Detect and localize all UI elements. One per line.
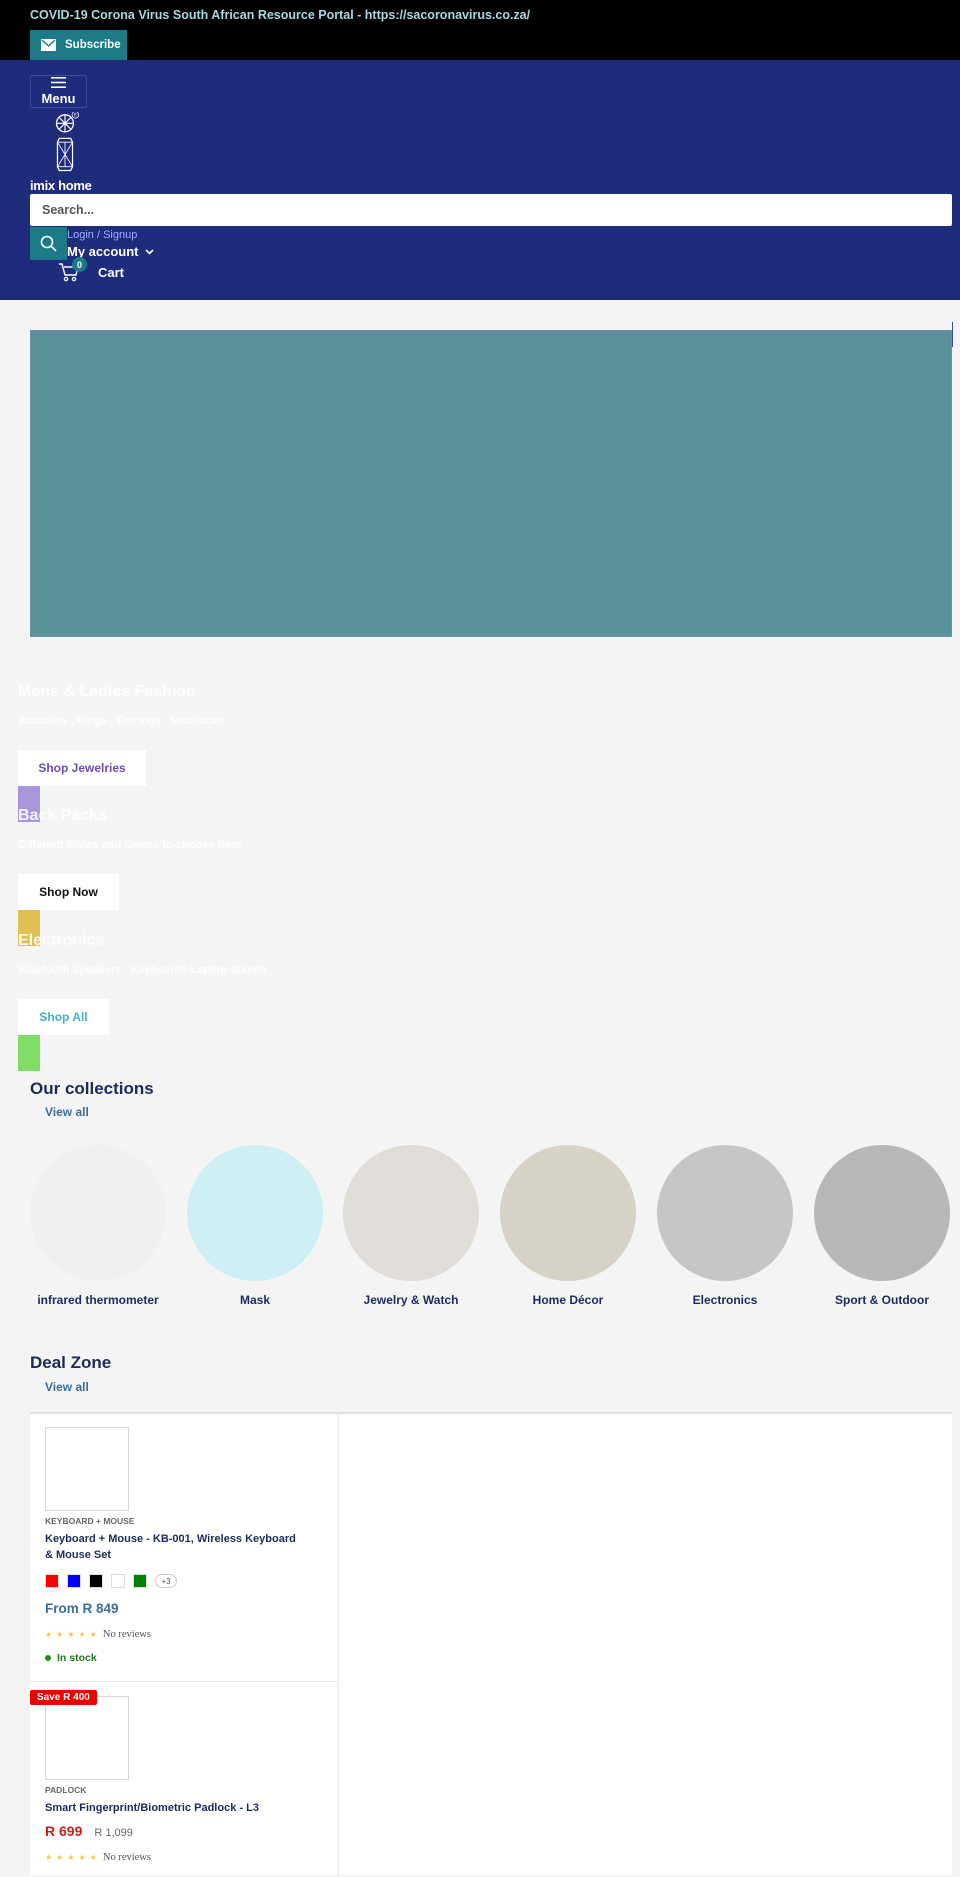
collections-view-all-link[interactable]: View all [45, 1105, 89, 1119]
site-header: Menu R imix home Login / Signup My accou… [0, 60, 960, 347]
subscribe-label: Subscribe [65, 39, 121, 51]
subscribe-button[interactable]: Subscribe [30, 30, 127, 60]
deal-zone-view-all-link[interactable]: View all [45, 1380, 89, 1394]
product-price-row: R 699 R 1,099 [45, 1823, 133, 1839]
collection-image [343, 1145, 479, 1281]
logo-icon[interactable]: R [30, 112, 100, 178]
chevron-down-icon [144, 248, 154, 255]
collection-image [814, 1145, 950, 1281]
slide-accent-block [18, 1035, 40, 1071]
collection-label: Jewelry & Watch [363, 1293, 459, 1307]
header-divider [952, 322, 953, 347]
swatch-blue[interactable] [67, 1574, 81, 1588]
collection-image [657, 1145, 793, 1281]
collection-item[interactable]: Sport & Outdoor [814, 1145, 950, 1307]
collection-image [500, 1145, 636, 1281]
slide-backpacks: Back Packs Different Styles and Colors t… [18, 807, 242, 851]
collection-item[interactable]: Mask [187, 1145, 323, 1307]
product-vendor[interactable]: KEYBOARD + MOUSE [45, 1516, 135, 1526]
collection-label: Mask [239, 1293, 271, 1307]
collection-label: Electronics [692, 1293, 758, 1307]
stock-status: In stock [45, 1652, 97, 1664]
more-swatches-badge[interactable]: +3 [155, 1574, 177, 1588]
swatch-red[interactable] [45, 1574, 59, 1588]
slide-subtitle: Different Styles and Colors to choose fr… [18, 839, 242, 851]
svg-text:R: R [74, 112, 77, 117]
product-image[interactable] [45, 1427, 129, 1511]
reviews-count: No reviews [102, 1852, 151, 1863]
product-vendor[interactable]: PADLOCK [45, 1785, 86, 1795]
star-icon: ★ [45, 1630, 53, 1639]
cart-count-badge: 0 [72, 257, 87, 272]
star-icon: ★ [67, 1630, 75, 1639]
product-card[interactable]: KEYBOARD + MOUSE Keyboard + Mouse - KB-0… [30, 1414, 337, 1682]
collection-label: Sport & Outdoor [835, 1293, 929, 1307]
star-icon: ★ [56, 1853, 64, 1862]
deal-zone-title: Deal Zone [30, 1353, 112, 1372]
product-rating: ★ ★ ★ ★ ★ No reviews [45, 1629, 151, 1640]
star-icon: ★ [89, 1630, 97, 1639]
star-icon: ★ [78, 1630, 86, 1639]
collections-title: Our collections [30, 1079, 154, 1098]
collection-item[interactable]: Jewelry & Watch [343, 1145, 479, 1307]
swatch-black[interactable] [89, 1574, 103, 1588]
product-title[interactable]: Smart Fingerprint/Biometric Padlock - L3 [45, 1800, 305, 1816]
hero-banner[interactable] [30, 330, 952, 637]
stock-label: In stock [57, 1652, 97, 1664]
reviews-count: No reviews [102, 1629, 151, 1640]
slide-electronics: Electronics Bluetooth Speakers , Keyboar… [18, 932, 267, 976]
login-signup-link[interactable]: Login / Signup [67, 229, 137, 241]
product-rating: ★ ★ ★ ★ ★ No reviews [45, 1852, 151, 1863]
logo-text[interactable]: imix home [30, 178, 92, 193]
product-card[interactable]: Save R 400 PADLOCK Smart Fingerprint/Bio… [30, 1683, 337, 1877]
collection-label: infrared thermometer [37, 1293, 159, 1307]
swatch-green[interactable] [133, 1574, 147, 1588]
sale-price: R 699 [45, 1823, 83, 1839]
slide-title: Electronics [18, 932, 105, 949]
product-price: From R 849 [45, 1601, 119, 1616]
search-button[interactable] [30, 227, 67, 260]
menu-label: Menu [41, 91, 76, 106]
announcement-bar: COVID-19 Corona Virus South African Reso… [0, 0, 960, 60]
slide-subtitle: Bluetooth Speakers , Keyboards Laptop St… [18, 964, 267, 976]
star-icon: ★ [45, 1853, 53, 1862]
star-icon: ★ [67, 1853, 75, 1862]
collection-item[interactable]: Home Décor [500, 1145, 636, 1307]
deal-zone-grid: KEYBOARD + MOUSE Keyboard + Mouse - KB-0… [30, 1412, 952, 1875]
compare-price: R 1,099 [94, 1827, 133, 1839]
in-stock-dot-icon [45, 1655, 51, 1661]
cart-label: Cart [98, 264, 125, 280]
mail-icon [41, 39, 56, 51]
slide-subtitle: Bracelets , Rings , Earrings , Necklaces [18, 715, 225, 727]
collection-label: Home Décor [532, 1293, 604, 1307]
menu-button[interactable]: Menu [30, 75, 87, 108]
collection-image [187, 1145, 323, 1281]
save-badge: Save R 400 [30, 1690, 97, 1705]
search-input[interactable] [30, 194, 952, 226]
shop-now-button[interactable]: Shop Now [18, 874, 119, 910]
shop-jewelries-button[interactable]: Shop Jewelries [18, 750, 146, 786]
swatch-white[interactable] [111, 1574, 125, 1588]
star-icon: ★ [89, 1853, 97, 1862]
collection-item[interactable]: Electronics [657, 1145, 793, 1307]
star-icon: ★ [78, 1853, 86, 1862]
announcement-link[interactable]: COVID-19 Corona Virus South African Reso… [30, 8, 530, 22]
slide-title: Back Packs [18, 807, 107, 824]
collection-image [30, 1145, 166, 1281]
product-title[interactable]: Keyboard + Mouse - KB-001, Wireless Keyb… [45, 1531, 305, 1563]
star-icon: ★ [56, 1630, 64, 1639]
grid-divider [337, 1414, 339, 1875]
slide-title: Mens & Ladies Fashion [18, 683, 196, 700]
product-image[interactable] [45, 1696, 129, 1780]
collection-item[interactable]: infrared thermometer [30, 1145, 166, 1307]
slide-fashion: Mens & Ladies Fashion Bracelets , Rings … [18, 683, 224, 727]
search-icon [40, 235, 57, 252]
color-swatches: +3 [45, 1574, 177, 1588]
cart-link[interactable]: 0 Cart [58, 257, 125, 282]
hamburger-icon [51, 77, 66, 88]
shop-all-button[interactable]: Shop All [18, 999, 109, 1035]
